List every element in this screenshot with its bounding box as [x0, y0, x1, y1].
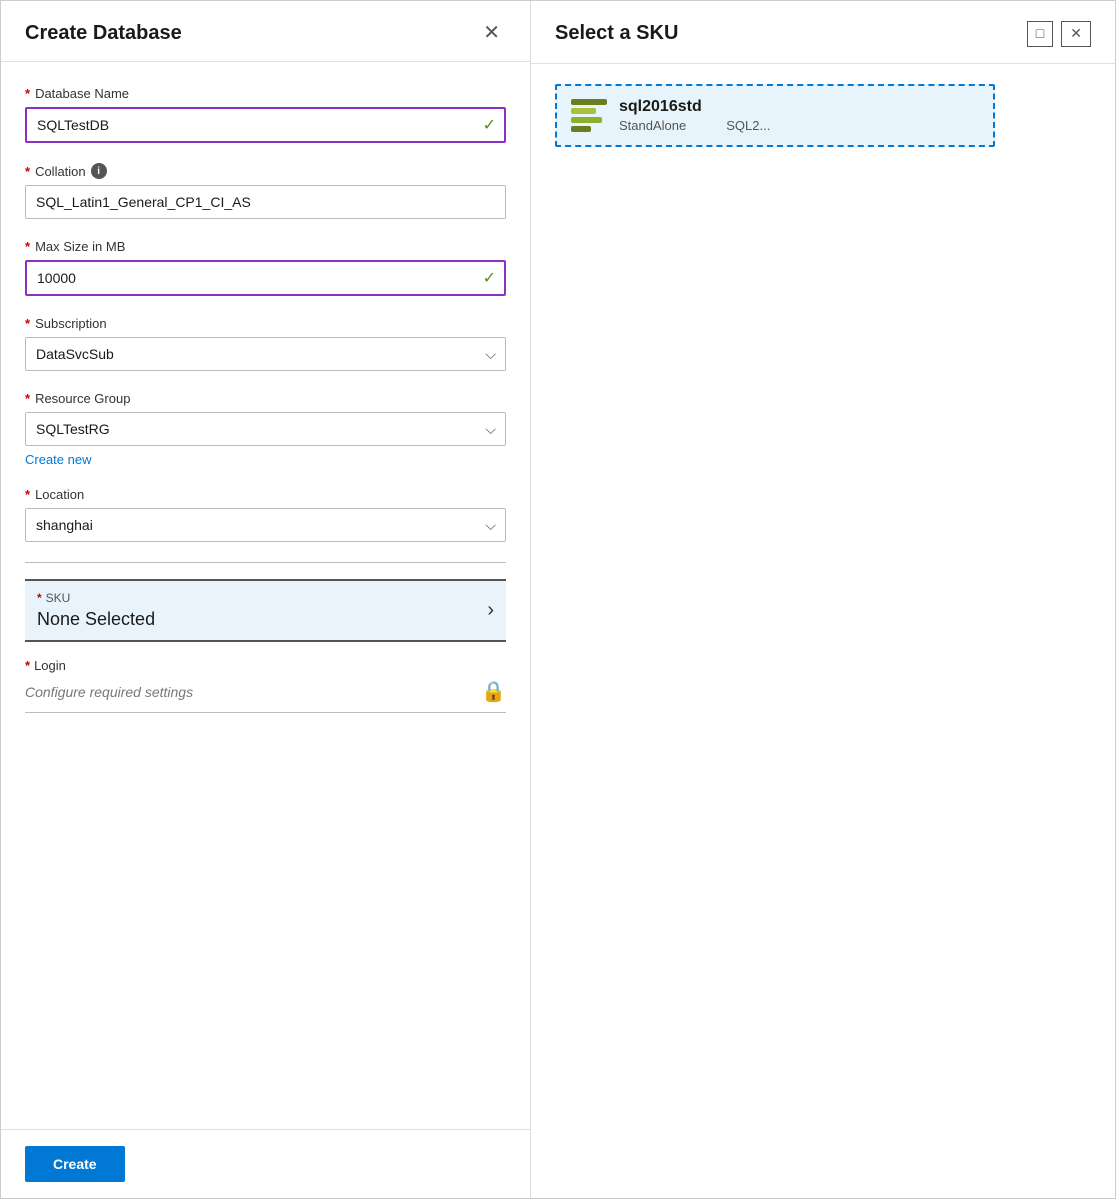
sku-chevron-right-icon: › — [487, 599, 494, 622]
max-size-label: * Max Size in MB — [25, 239, 506, 254]
right-panel-title: Select a SKU — [555, 22, 678, 45]
right-header-actions: □ ✕ — [1027, 21, 1091, 47]
database-name-input-wrapper: ✓ — [25, 107, 506, 143]
sku-item-icon — [571, 99, 607, 132]
minimize-button[interactable]: □ — [1027, 21, 1053, 47]
create-database-panel: Create Database ✕ * Database Name ✓ — [1, 1, 531, 1198]
sku-divider — [25, 562, 506, 563]
location-field-group: * Location shanghai ⌵ — [25, 487, 506, 542]
resource-group-select-wrapper: SQLTestRG ⌵ — [25, 412, 506, 446]
sku-value: None Selected — [37, 609, 155, 630]
location-select[interactable]: shanghai — [25, 508, 506, 542]
left-panel-footer: Create — [1, 1129, 530, 1198]
sku-bar-3 — [571, 117, 602, 123]
left-panel-title: Create Database — [25, 22, 182, 45]
resource-group-field-group: * Resource Group SQLTestRG ⌵ Create new — [25, 391, 506, 467]
left-panel-header: Create Database ✕ — [1, 1, 530, 62]
required-star-login: * — [25, 658, 30, 673]
sku-list-item[interactable]: sql2016std StandAlone SQL2... — [555, 84, 995, 147]
sku-item-info: sql2016std StandAlone SQL2... — [619, 98, 770, 133]
sku-item-sub-row: StandAlone SQL2... — [619, 118, 770, 133]
create-new-resource-group-link[interactable]: Create new — [25, 452, 91, 467]
collation-input[interactable] — [25, 185, 506, 219]
location-label: * Location — [25, 487, 506, 502]
required-star-sub: * — [25, 316, 30, 331]
max-size-input[interactable] — [25, 260, 506, 296]
subscription-field-group: * Subscription DataSvcSub ⌵ — [25, 316, 506, 371]
required-star: * — [25, 86, 30, 101]
subscription-label: * Subscription — [25, 316, 506, 331]
minimize-icon: □ — [1036, 25, 1044, 41]
max-size-input-wrapper: ✓ — [25, 260, 506, 296]
subscription-select-wrapper: DataSvcSub ⌵ — [25, 337, 506, 371]
lock-icon: 🔒 — [481, 679, 506, 704]
sku-bar-4 — [571, 126, 591, 132]
collation-field-group: * Collation i — [25, 163, 506, 219]
left-panel-close-button[interactable]: ✕ — [477, 21, 506, 45]
collation-input-wrapper — [25, 185, 506, 219]
collation-label: * Collation i — [25, 163, 506, 179]
right-panel-header: Select a SKU □ ✕ — [531, 1, 1115, 64]
required-star-loc: * — [25, 487, 30, 502]
login-placeholder: Configure required settings — [25, 684, 193, 700]
sku-item-name: sql2016std — [619, 98, 770, 116]
location-select-wrapper: shanghai ⌵ — [25, 508, 506, 542]
login-input-wrapper[interactable]: Configure required settings 🔒 — [25, 679, 506, 713]
required-star-collation: * — [25, 164, 30, 179]
sku-item-sql-version: SQL2... — [726, 118, 770, 133]
sku-field-left: * SKU None Selected — [37, 591, 155, 630]
sku-label-row: * SKU — [37, 591, 155, 605]
right-panel-close-button[interactable]: ✕ — [1061, 21, 1091, 47]
right-close-icon: ✕ — [1070, 25, 1082, 41]
create-button[interactable]: Create — [25, 1146, 125, 1182]
login-label-row: * Login — [25, 658, 506, 673]
database-name-label: * Database Name — [25, 86, 506, 101]
right-panel-content: sql2016std StandAlone SQL2... — [531, 64, 1115, 1198]
required-star-maxsize: * — [25, 239, 30, 254]
close-icon: ✕ — [483, 22, 500, 44]
sku-field[interactable]: * SKU None Selected › — [25, 579, 506, 642]
database-name-input[interactable] — [25, 107, 506, 143]
resource-group-label: * Resource Group — [25, 391, 506, 406]
sku-item-standalone: StandAlone — [619, 118, 686, 133]
left-panel-content: * Database Name ✓ * Collation i — [1, 62, 530, 1129]
select-sku-panel: Select a SKU □ ✕ sql2016std — [531, 1, 1115, 1198]
sku-bar-1 — [571, 99, 607, 105]
database-name-field-group: * Database Name ✓ — [25, 86, 506, 143]
login-field-group: * Login Configure required settings 🔒 — [25, 658, 506, 713]
sku-bar-2 — [571, 108, 596, 114]
collation-info-icon[interactable]: i — [91, 163, 107, 179]
required-star-rg: * — [25, 391, 30, 406]
resource-group-select[interactable]: SQLTestRG — [25, 412, 506, 446]
required-star-sku: * — [37, 591, 42, 605]
subscription-select[interactable]: DataSvcSub — [25, 337, 506, 371]
max-size-field-group: * Max Size in MB ✓ — [25, 239, 506, 296]
